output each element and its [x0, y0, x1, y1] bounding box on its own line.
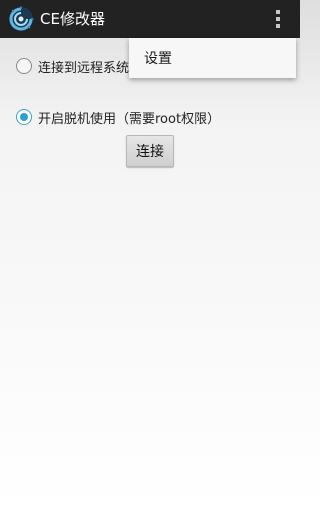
radio-button-remote[interactable]	[16, 58, 32, 74]
action-bar: CE修改器	[0, 0, 300, 38]
radio-option-remote[interactable]: 连接到远程系统	[16, 54, 129, 78]
overflow-menu: 设置	[129, 38, 296, 78]
radio-label-remote: 连接到远程系统	[38, 60, 130, 76]
radio-label-offline: 开启脱机使用（需要root权限）	[38, 111, 221, 127]
radio-option-offline[interactable]: 开启脱机使用（需要root权限）	[16, 105, 220, 129]
menu-item-settings[interactable]: 设置	[129, 38, 296, 78]
ce-logo-icon[interactable]	[8, 6, 34, 32]
connect-button[interactable]: 连接	[126, 135, 174, 167]
app-title: CE修改器	[40, 10, 105, 28]
radio-button-offline[interactable]	[16, 109, 32, 125]
more-vertical-icon[interactable]	[264, 0, 292, 38]
